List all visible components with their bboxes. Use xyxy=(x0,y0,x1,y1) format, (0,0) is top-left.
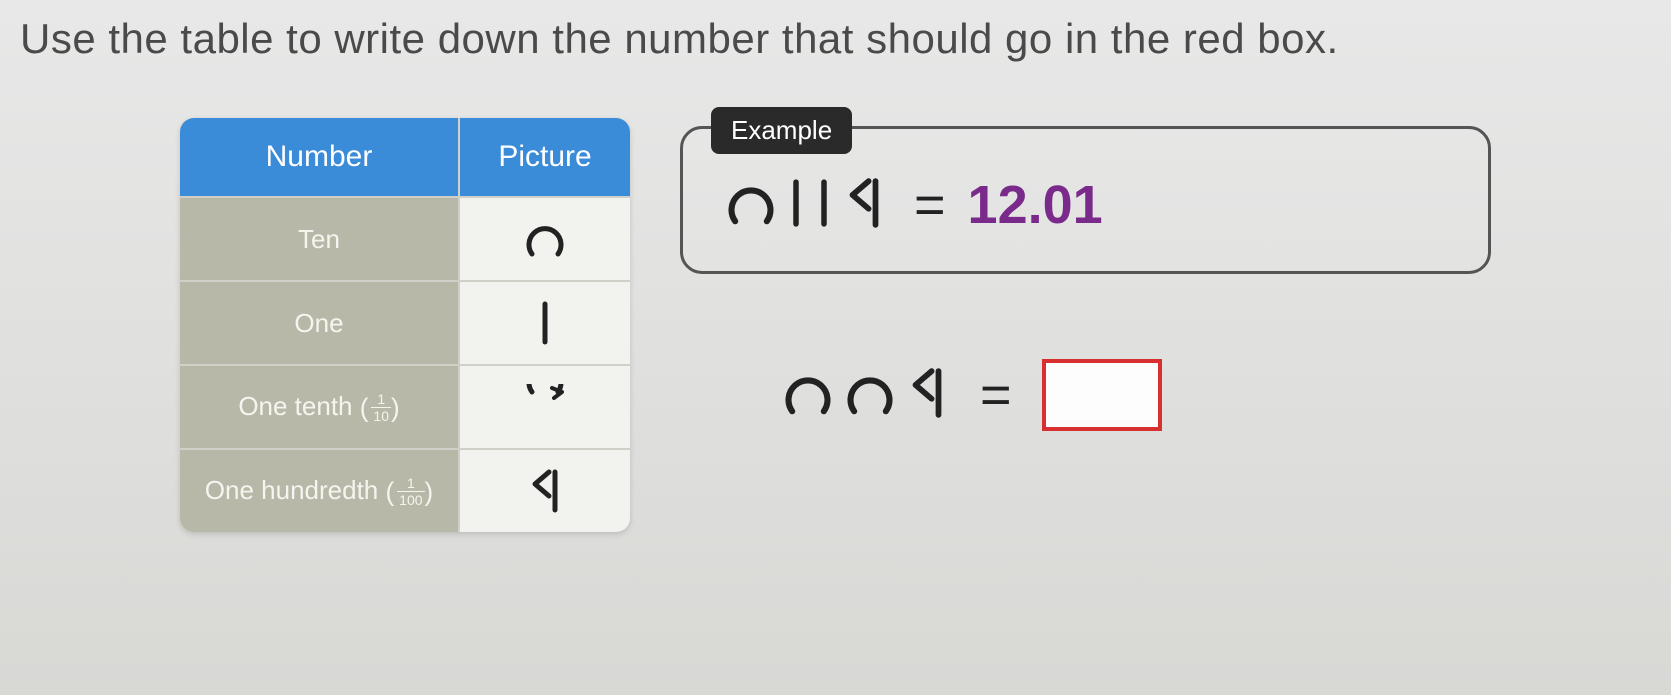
label-one: One xyxy=(180,280,460,364)
answer-red-box[interactable] xyxy=(1042,359,1162,431)
header-number: Number xyxy=(180,118,460,196)
legend-table: Number Picture Ten One xyxy=(180,118,630,532)
picture-hundredth xyxy=(460,448,630,532)
ten-icon xyxy=(723,175,779,236)
header-picture: Picture xyxy=(460,118,630,196)
one-icon xyxy=(813,175,835,236)
picture-tenth xyxy=(460,364,630,448)
instruction-text: Use the table to write down the number t… xyxy=(0,0,1671,78)
one-icon xyxy=(785,175,807,236)
main-content: Number Picture Ten One xyxy=(0,78,1671,532)
table-row: One tenth (110) xyxy=(180,364,630,448)
hundredth-icon xyxy=(904,365,950,426)
example-box: Example = 12.01 xyxy=(680,126,1491,274)
label-tenth: One tenth (110) xyxy=(180,364,460,448)
example-result: 12.01 xyxy=(968,174,1103,236)
table-row: One xyxy=(180,280,630,364)
table-row: Ten xyxy=(180,196,630,280)
problem-equals: = xyxy=(980,364,1012,426)
label-ten: Ten xyxy=(180,196,460,280)
ten-icon xyxy=(842,365,898,426)
problem-symbols xyxy=(780,365,950,426)
right-panel: Example = 12.01 = xyxy=(670,118,1491,532)
table-row: One hundredth (1100) xyxy=(180,448,630,532)
legend-table-container: Number Picture Ten One xyxy=(180,118,630,532)
problem-row: = xyxy=(680,359,1491,431)
example-equals: = xyxy=(914,174,946,236)
hundredth-icon xyxy=(841,175,887,236)
ten-icon xyxy=(780,365,836,426)
picture-ten xyxy=(460,196,630,280)
label-hundredth: One hundredth (1100) xyxy=(180,448,460,532)
example-content: = 12.01 xyxy=(723,174,1448,236)
example-tab: Example xyxy=(711,107,852,154)
example-symbols xyxy=(723,175,887,236)
picture-one xyxy=(460,280,630,364)
